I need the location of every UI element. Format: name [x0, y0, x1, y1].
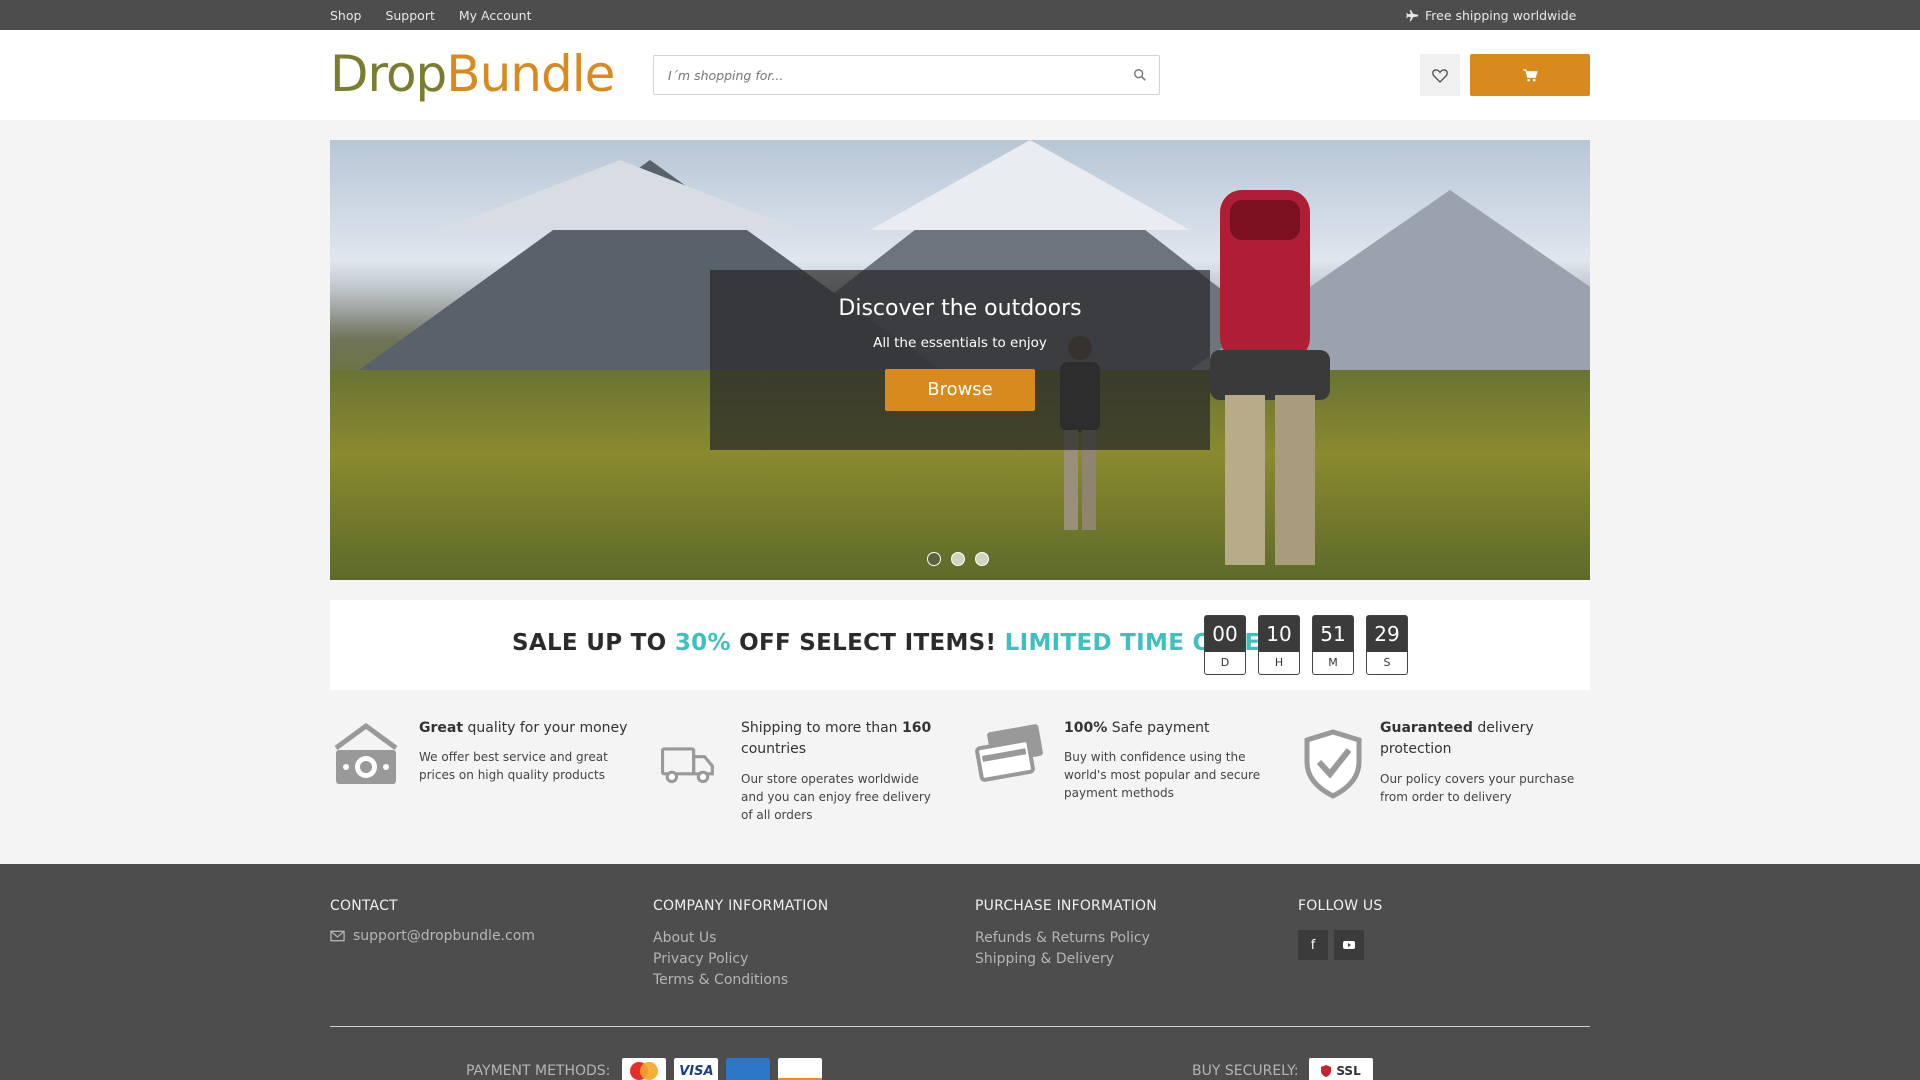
amex-icon	[726, 1058, 771, 1080]
youtube-icon[interactable]	[1334, 930, 1364, 960]
feature-title: Guaranteed delivery protection	[1380, 720, 1534, 757]
top-link-support[interactable]: Support	[385, 8, 434, 23]
top-link-my-account[interactable]: My Account	[459, 8, 532, 23]
logo-part-bundle: Bundle	[446, 45, 615, 103]
countdown-value: 51	[1313, 616, 1353, 652]
logo-part-drop: Drop	[330, 45, 447, 103]
search-box	[653, 55, 1160, 95]
mastercard-icon	[622, 1058, 667, 1080]
footer-link-refunds[interactable]: Refunds & Returns Policy	[975, 928, 1157, 949]
slider-dot[interactable]	[951, 552, 965, 566]
social-links: f	[1298, 930, 1382, 960]
footer-links: About Us Privacy Policy Terms & Conditio…	[653, 928, 828, 991]
visa-icon: VISA	[674, 1058, 719, 1080]
footer-heading: PURCHASE INFORMATION	[975, 898, 1157, 914]
countdown-days: 00 D	[1204, 615, 1246, 675]
top-bar: Shop Support My Account Free shipping wo…	[0, 0, 1920, 30]
feature-guarantee: Guaranteed delivery protection Our polic…	[1297, 718, 1597, 828]
feature-desc: Our policy covers your purchase from ord…	[1380, 772, 1575, 804]
payment-methods: PAYMENT METHODS: VISA	[466, 1058, 823, 1080]
search-input[interactable]	[654, 56, 1114, 94]
secure-label: BUY SECURELY:	[1192, 1063, 1299, 1079]
plane-icon	[1406, 9, 1419, 21]
credit-card-icon	[975, 724, 1043, 782]
countdown-unit: D	[1220, 656, 1230, 669]
countdown-seconds: 29 S	[1366, 615, 1408, 675]
footer-company: COMPANY INFORMATION About Us Privacy Pol…	[653, 898, 828, 991]
countdown-unit: H	[1274, 656, 1284, 669]
wishlist-button[interactable]	[1420, 54, 1460, 96]
secure-badge-area: BUY SECURELY: SSL	[1192, 1058, 1373, 1080]
feature-desc: We offer best service and great prices o…	[419, 750, 608, 782]
footer-heading: CONTACT	[330, 898, 398, 914]
footer-purchase: PURCHASE INFORMATION Refunds & Returns P…	[975, 898, 1157, 970]
site-footer: CONTACT support@dropbundle.com COMPANY I…	[0, 864, 1920, 1080]
footer-link-about-us[interactable]: About Us	[653, 928, 828, 949]
ssl-text: SSL	[1336, 1064, 1361, 1078]
feature-desc: Our store operates worldwide and you can…	[741, 772, 931, 822]
countdown-value: 00	[1205, 616, 1245, 652]
footer-email[interactable]: support@dropbundle.com	[330, 928, 535, 944]
footer-links: Refunds & Returns Policy Shipping & Deli…	[975, 928, 1157, 970]
feature-shipping: Shipping to more than 160 countries Our …	[653, 718, 953, 828]
shipping-notice: Free shipping worldwide	[1406, 0, 1576, 30]
footer-link-terms[interactable]: Terms & Conditions	[653, 970, 828, 991]
hero-snow	[870, 140, 1190, 230]
shield-check-icon	[1304, 729, 1362, 799]
ssl-badge: SSL	[1308, 1058, 1373, 1080]
heart-icon	[1432, 68, 1448, 83]
footer-heading: FOLLOW US	[1298, 898, 1383, 914]
feature-title: 100% Safe payment	[1064, 720, 1210, 736]
countdown-minutes: 51 M	[1312, 615, 1354, 675]
search-icon[interactable]	[1133, 68, 1147, 82]
countdown-unit: S	[1383, 656, 1391, 669]
slider-dot[interactable]	[927, 552, 941, 566]
feature-title: Great quality for your money	[419, 720, 628, 736]
sale-percent: 30%	[674, 630, 731, 656]
footer-link-privacy-policy[interactable]: Privacy Policy	[653, 949, 828, 970]
countdown-unit: M	[1328, 656, 1338, 669]
countdown-value: 29	[1367, 616, 1407, 652]
footer-heading: COMPANY INFORMATION	[653, 898, 829, 914]
top-link-shop[interactable]: Shop	[330, 8, 361, 23]
money-icon	[334, 722, 398, 784]
footer-link-shipping[interactable]: Shipping & Delivery	[975, 949, 1157, 970]
footer-contact: CONTACT support@dropbundle.com	[330, 898, 535, 944]
truck-icon	[661, 747, 714, 784]
footer-email-text: support@dropbundle.com	[353, 928, 535, 944]
discover-icon	[778, 1058, 823, 1080]
slider-dots	[927, 552, 989, 566]
browse-button[interactable]: Browse	[885, 369, 1035, 411]
hero-title: Discover the outdoors	[838, 296, 1082, 321]
ssl-shield-icon	[1321, 1065, 1332, 1077]
footer-follow: FOLLOW US f	[1298, 898, 1382, 960]
sale-text-part: OFF SELECT ITEMS!	[730, 630, 1005, 656]
cart-button[interactable]	[1470, 54, 1590, 96]
facebook-icon[interactable]: f	[1298, 930, 1328, 960]
shipping-notice-text: Free shipping worldwide	[1425, 7, 1577, 23]
hero-snow	[440, 160, 800, 230]
feature-desc: Buy with confidence using the world's mo…	[1064, 750, 1261, 800]
sale-banner: SALE UP TO 30% OFF SELECT ITEMS! LIMITED…	[330, 600, 1590, 690]
footer-divider	[330, 1026, 1590, 1027]
sale-text: SALE UP TO 30% OFF SELECT ITEMS! LIMITED…	[512, 630, 1278, 656]
hero-slider: Discover the outdoors All the essentials…	[330, 140, 1590, 580]
feature-title: Shipping to more than 160 countries	[741, 720, 932, 757]
payment-label: PAYMENT METHODS:	[466, 1063, 611, 1079]
feature-payment: 100% Safe payment Buy with confidence us…	[975, 718, 1275, 828]
hero-overlay: Discover the outdoors All the essentials…	[710, 270, 1210, 450]
feature-quality: Great quality for your money We offer be…	[330, 718, 630, 828]
logo[interactable]: DropBundle	[330, 44, 615, 104]
site-header: DropBundle	[0, 30, 1920, 120]
envelope-icon	[330, 930, 345, 942]
sale-text-part: SALE UP TO	[512, 630, 675, 656]
countdown-hours: 10 H	[1258, 615, 1300, 675]
countdown-value: 10	[1259, 616, 1299, 652]
slider-dot[interactable]	[975, 552, 989, 566]
hero-subtitle: All the essentials to enjoy	[873, 335, 1047, 351]
top-nav: Shop Support My Account	[330, 0, 532, 30]
cart-icon	[1522, 68, 1538, 81]
